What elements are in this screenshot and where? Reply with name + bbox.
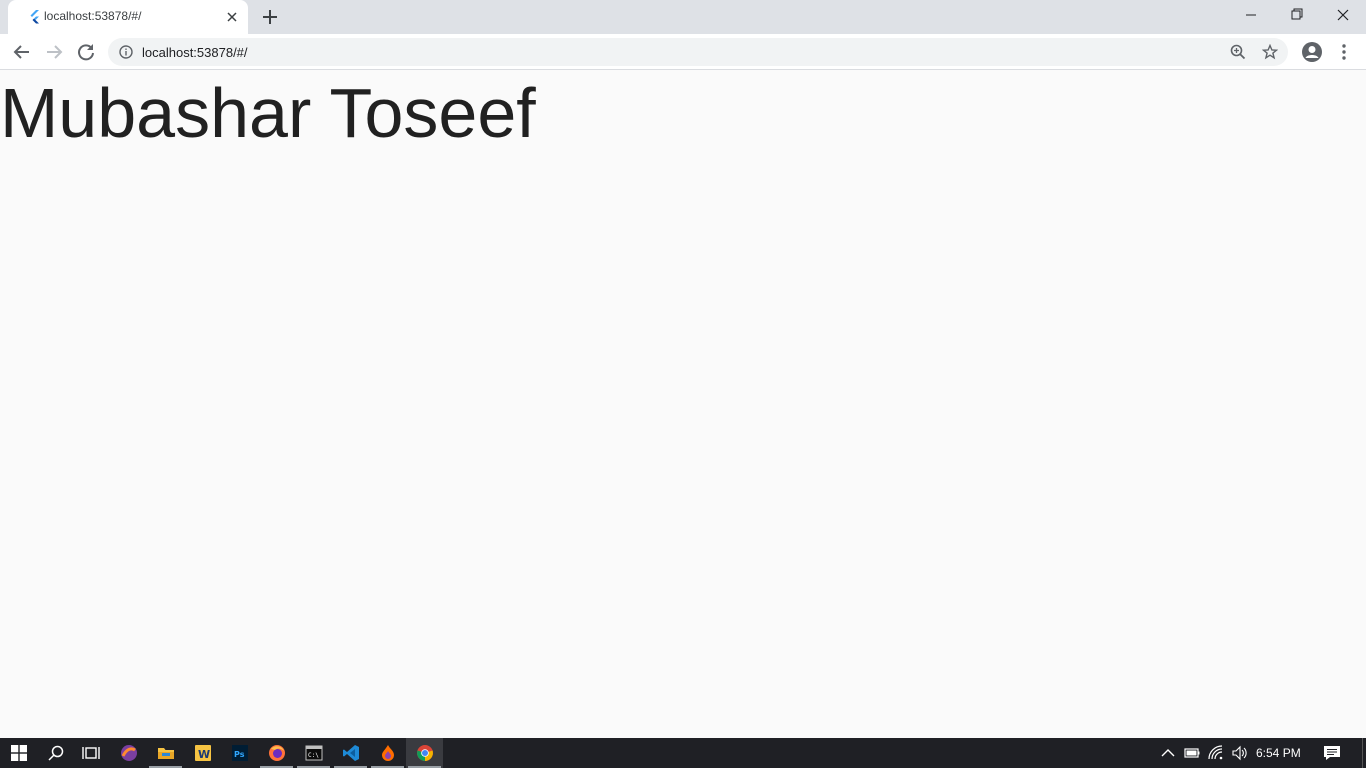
svg-text:Ps: Ps [234, 750, 245, 759]
vscode-icon [342, 745, 359, 761]
flame-icon [381, 745, 394, 761]
show-desktop-button[interactable] [1362, 738, 1366, 768]
svg-text:C:\: C:\ [308, 752, 319, 759]
info-icon[interactable] [119, 45, 133, 59]
back-icon[interactable] [8, 38, 36, 66]
windows-start-icon [10, 745, 27, 761]
windows-taskbar: W Ps C:\ 6:54 PM [0, 738, 1366, 768]
task-view-button[interactable] [72, 738, 109, 768]
battery-icon[interactable] [1184, 745, 1200, 761]
volume-icon[interactable] [1232, 745, 1248, 761]
menu-icon[interactable] [1330, 38, 1358, 66]
app-round-icon [120, 745, 137, 761]
taskbar-app-file-explorer[interactable] [147, 738, 184, 768]
notification-icon[interactable] [1322, 745, 1342, 761]
taskbar-app-word[interactable]: W [184, 738, 221, 768]
tab-strip: localhost:53878/#/ [0, 0, 1366, 34]
taskbar-search-button[interactable] [37, 738, 74, 768]
minimize-icon[interactable] [1228, 0, 1274, 30]
browser-toolbar: localhost:53878/#/ [0, 34, 1366, 70]
profile-icon[interactable] [1298, 38, 1326, 66]
close-icon[interactable] [224, 9, 240, 25]
taskbar-app-firefox[interactable] [258, 738, 295, 768]
firefox-icon [268, 745, 285, 761]
wifi-icon[interactable] [1208, 745, 1224, 761]
taskbar-app-browser[interactable] [110, 738, 147, 768]
word-icon: W [194, 745, 211, 761]
photoshop-icon: Ps [231, 745, 248, 761]
omnibox[interactable]: localhost:53878/#/ [108, 38, 1288, 66]
svg-text:W: W [198, 748, 210, 761]
page-content: Mubashar Toseef [0, 71, 1366, 738]
plus-icon[interactable] [258, 5, 282, 29]
taskbar-app-terminal[interactable]: C:\ [295, 738, 332, 768]
taskbar-clock[interactable]: 6:54 PM [1256, 746, 1301, 760]
browser-tab[interactable]: localhost:53878/#/ [8, 0, 248, 34]
forward-icon[interactable] [40, 38, 68, 66]
tab-title: localhost:53878/#/ [44, 9, 142, 23]
terminal-icon: C:\ [305, 745, 322, 761]
chrome-icon [416, 745, 433, 761]
reload-icon[interactable] [72, 38, 100, 66]
page-heading: Mubashar Toseef [0, 74, 536, 152]
folder-icon [157, 748, 174, 759]
taskbar-app-firebase[interactable] [369, 738, 406, 768]
close-window-icon[interactable] [1320, 0, 1366, 30]
url-text[interactable]: localhost:53878/#/ [142, 45, 248, 60]
search-icon [47, 745, 63, 761]
flutter-favicon-icon [30, 10, 39, 24]
restore-icon[interactable] [1274, 0, 1320, 30]
zoom-icon[interactable] [1230, 44, 1246, 60]
task-view-icon [81, 747, 100, 759]
windows-start-button[interactable] [0, 738, 37, 768]
star-icon[interactable] [1262, 44, 1278, 60]
taskbar-app-photoshop[interactable]: Ps [221, 738, 258, 768]
chevron-up-icon[interactable] [1160, 745, 1176, 761]
taskbar-app-chrome[interactable] [406, 738, 443, 768]
taskbar-app-vscode[interactable] [332, 738, 369, 768]
